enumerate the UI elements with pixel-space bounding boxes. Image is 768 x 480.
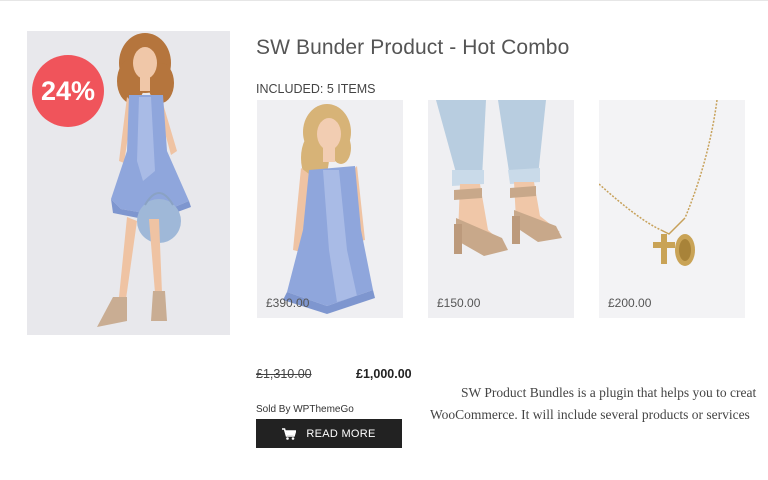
sale-percent-badge: 24% [32, 55, 104, 127]
bundle-item-necklace[interactable]: £200.00 [599, 100, 745, 318]
sold-by-vendor[interactable]: Sold By WPThemeGo [256, 404, 354, 415]
top-divider [0, 0, 768, 1]
included-items-label: INCLUDED: 5 ITEMS [256, 82, 376, 96]
bundle-item-sandals[interactable]: £150.00 [428, 100, 574, 318]
regular-price: £1,310.00 [256, 367, 312, 381]
read-more-label: READ MORE [306, 427, 376, 440]
product-title[interactable]: SW Bunder Product - Hot Combo [256, 36, 569, 60]
item-price: £390.00 [266, 296, 310, 310]
item-price: £150.00 [437, 296, 481, 310]
cart-icon [282, 427, 297, 440]
product-description: SW Product Bundles is a plugin that help… [430, 382, 768, 426]
description-line: SW Product Bundles is a plugin that help… [461, 385, 757, 400]
item-price: £200.00 [608, 296, 652, 310]
read-more-button[interactable]: READ MORE [256, 419, 402, 448]
sale-price: £1,000.00 [356, 367, 412, 381]
description-line: WooCommerce. It will include several pro… [430, 407, 750, 422]
bundle-item-dress[interactable]: £390.00 [257, 100, 403, 318]
